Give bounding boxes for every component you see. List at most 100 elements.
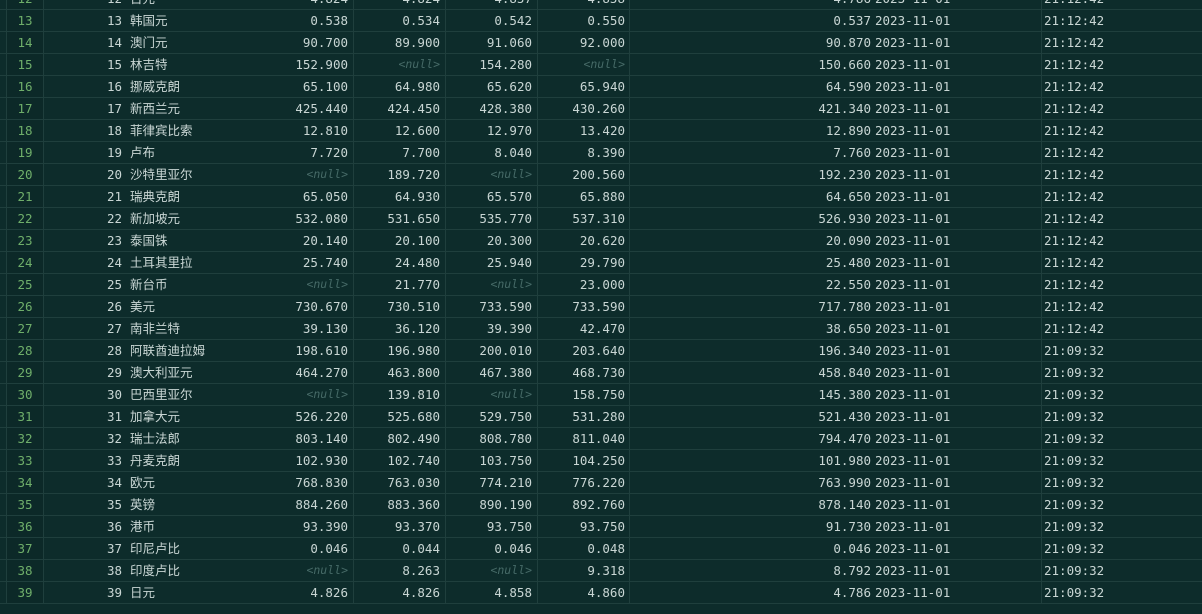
cell-time[interactable]: 21:12:42 xyxy=(1042,32,1202,53)
cell-time[interactable]: 21:09:32 xyxy=(1042,340,1202,361)
table-row[interactable]: 27 27 南非兰特 39.130 36.120 39.390 42.470 38.650 20… xyxy=(0,318,1202,340)
cell-value-5[interactable]: 64.650 xyxy=(630,186,872,207)
cell-time[interactable]: 21:09:32 xyxy=(1042,538,1202,559)
cell-date[interactable]: 2023-11-01 xyxy=(872,582,1042,603)
cell-value-3[interactable]: 733.590 xyxy=(446,296,538,317)
cell-id[interactable]: 35 xyxy=(44,494,126,515)
cell-date[interactable]: 2023-11-01 xyxy=(872,142,1042,163)
cell-date[interactable]: 2023-11-01 xyxy=(872,362,1042,383)
cell-value-5[interactable]: 12.890 xyxy=(630,120,872,141)
cell-value-1[interactable]: 884.260 xyxy=(260,494,354,515)
cell-currency-name[interactable]: 港币 xyxy=(130,516,260,537)
cell-time[interactable]: 21:09:32 xyxy=(1042,384,1202,405)
cell-value-3[interactable]: <null> xyxy=(446,274,538,295)
cell-value-5[interactable]: 101.980 xyxy=(630,450,872,471)
cell-value-4[interactable]: 29.790 xyxy=(538,252,630,273)
cell-value-3[interactable]: 774.210 xyxy=(446,472,538,493)
cell-value-5[interactable]: 150.660 xyxy=(630,54,872,75)
cell-value-1[interactable]: 0.046 xyxy=(260,538,354,559)
cell-value-1[interactable]: 768.830 xyxy=(260,472,354,493)
cell-value-1[interactable]: 0.538 xyxy=(260,10,354,31)
table-row[interactable]: 39 39 日元 4.826 4.826 4.858 4.860 4.786 2023-11-0… xyxy=(0,582,1202,604)
table-row[interactable]: 34 34 欧元 768.830 763.030 774.210 776.220 763.99… xyxy=(0,472,1202,494)
cell-time[interactable]: 21:12:42 xyxy=(1042,252,1202,273)
cell-value-3[interactable]: 39.390 xyxy=(446,318,538,339)
cell-value-3[interactable]: 467.380 xyxy=(446,362,538,383)
cell-value-1[interactable]: 464.270 xyxy=(260,362,354,383)
cell-date[interactable]: 2023-11-01 xyxy=(872,450,1042,471)
table-row[interactable]: 31 31 加拿大元 526.220 525.680 529.750 531.280 521.… xyxy=(0,406,1202,428)
table-row[interactable]: 33 33 丹麦克朗 102.930 102.740 103.750 104.250 101.… xyxy=(0,450,1202,472)
cell-value-5[interactable]: 8.792 xyxy=(630,560,872,581)
cell-value-3[interactable]: 428.380 xyxy=(446,98,538,119)
cell-date[interactable]: 2023-11-01 xyxy=(872,428,1042,449)
cell-currency-name[interactable]: 巴西里亚尔 xyxy=(130,384,260,405)
cell-value-4[interactable]: 20.620 xyxy=(538,230,630,251)
cell-time[interactable]: 21:09:32 xyxy=(1042,362,1202,383)
table-row[interactable]: 16 16 挪威克朗 65.100 64.980 65.620 65.940 64.590 20… xyxy=(0,76,1202,98)
cell-value-2[interactable]: 802.490 xyxy=(354,428,446,449)
table-row[interactable]: 19 19 卢布 7.720 7.700 8.040 8.390 7.760 2023-11-0… xyxy=(0,142,1202,164)
cell-currency-name[interactable]: 土耳其里拉 xyxy=(130,252,260,273)
cell-value-1[interactable]: 25.740 xyxy=(260,252,354,273)
cell-currency-name[interactable]: 瑞典克朗 xyxy=(130,186,260,207)
cell-value-3[interactable]: 20.300 xyxy=(446,230,538,251)
cell-value-5[interactable]: 7.760 xyxy=(630,142,872,163)
cell-value-5[interactable]: 64.590 xyxy=(630,76,872,97)
cell-value-2[interactable]: 93.370 xyxy=(354,516,446,537)
cell-value-2[interactable]: 4.826 xyxy=(354,582,446,603)
cell-time[interactable]: 21:12:42 xyxy=(1042,164,1202,185)
cell-value-3[interactable]: 65.570 xyxy=(446,186,538,207)
cell-value-5[interactable]: 22.550 xyxy=(630,274,872,295)
cell-currency-name[interactable]: 林吉特 xyxy=(130,54,260,75)
cell-id[interactable]: 30 xyxy=(44,384,126,405)
cell-id[interactable]: 16 xyxy=(44,76,126,97)
table-row[interactable]: 18 18 菲律宾比索 12.810 12.600 12.970 13.420 12.890 2… xyxy=(0,120,1202,142)
cell-value-3[interactable]: <null> xyxy=(446,164,538,185)
cell-id[interactable]: 34 xyxy=(44,472,126,493)
cell-date[interactable]: 2023-11-01 xyxy=(872,186,1042,207)
cell-currency-name[interactable]: 挪威克朗 xyxy=(130,76,260,97)
table-row[interactable]: 14 14 澳门元 90.700 89.900 91.060 92.000 90.870 202… xyxy=(0,32,1202,54)
cell-value-1[interactable]: 730.670 xyxy=(260,296,354,317)
cell-value-4[interactable]: 203.640 xyxy=(538,340,630,361)
cell-time[interactable]: 21:09:32 xyxy=(1042,582,1202,603)
cell-value-3[interactable]: <null> xyxy=(446,384,538,405)
cell-value-4[interactable]: 158.750 xyxy=(538,384,630,405)
cell-time[interactable]: 21:12:42 xyxy=(1042,54,1202,75)
table-row[interactable]: 13 13 韩国元 0.538 0.534 0.542 0.550 0.537 2023-11-… xyxy=(0,10,1202,32)
cell-value-4[interactable]: 42.470 xyxy=(538,318,630,339)
cell-value-5[interactable]: 0.537 xyxy=(630,10,872,31)
table-row[interactable]: 26 26 美元 730.670 730.510 733.590 733.590 717.78… xyxy=(0,296,1202,318)
cell-date[interactable]: 2023-11-01 xyxy=(872,54,1042,75)
cell-date[interactable]: 2023-11-01 xyxy=(872,560,1042,581)
cell-value-5[interactable]: 25.480 xyxy=(630,252,872,273)
cell-time[interactable]: 21:12:42 xyxy=(1042,142,1202,163)
cell-time[interactable]: 21:09:32 xyxy=(1042,450,1202,471)
cell-value-5[interactable]: 20.090 xyxy=(630,230,872,251)
cell-time[interactable]: 21:12:42 xyxy=(1042,76,1202,97)
cell-value-2[interactable]: 189.720 xyxy=(354,164,446,185)
cell-value-4[interactable]: 65.880 xyxy=(538,186,630,207)
cell-time[interactable]: 21:12:42 xyxy=(1042,98,1202,119)
cell-value-1[interactable]: 93.390 xyxy=(260,516,354,537)
cell-value-2[interactable]: 531.650 xyxy=(354,208,446,229)
cell-value-1[interactable]: 4.826 xyxy=(260,582,354,603)
cell-currency-name[interactable]: 新西兰元 xyxy=(130,98,260,119)
cell-value-4[interactable]: 65.940 xyxy=(538,76,630,97)
table-row[interactable]: 35 35 英镑 884.260 883.360 890.190 892.760 878.14… xyxy=(0,494,1202,516)
cell-value-5[interactable]: 192.230 xyxy=(630,164,872,185)
cell-id[interactable]: 13 xyxy=(44,10,126,31)
cell-value-2[interactable]: 196.980 xyxy=(354,340,446,361)
cell-id[interactable]: 28 xyxy=(44,340,126,361)
cell-time[interactable]: 21:12:42 xyxy=(1042,274,1202,295)
cell-id[interactable]: 18 xyxy=(44,120,126,141)
cell-value-5[interactable]: 0.046 xyxy=(630,538,872,559)
cell-value-2[interactable]: 4.824 xyxy=(354,0,446,9)
cell-currency-name[interactable]: 欧元 xyxy=(130,472,260,493)
cell-id[interactable]: 38 xyxy=(44,560,126,581)
cell-value-4[interactable]: 776.220 xyxy=(538,472,630,493)
cell-value-3[interactable]: 8.040 xyxy=(446,142,538,163)
cell-value-2[interactable]: 730.510 xyxy=(354,296,446,317)
cell-date[interactable]: 2023-11-01 xyxy=(872,274,1042,295)
